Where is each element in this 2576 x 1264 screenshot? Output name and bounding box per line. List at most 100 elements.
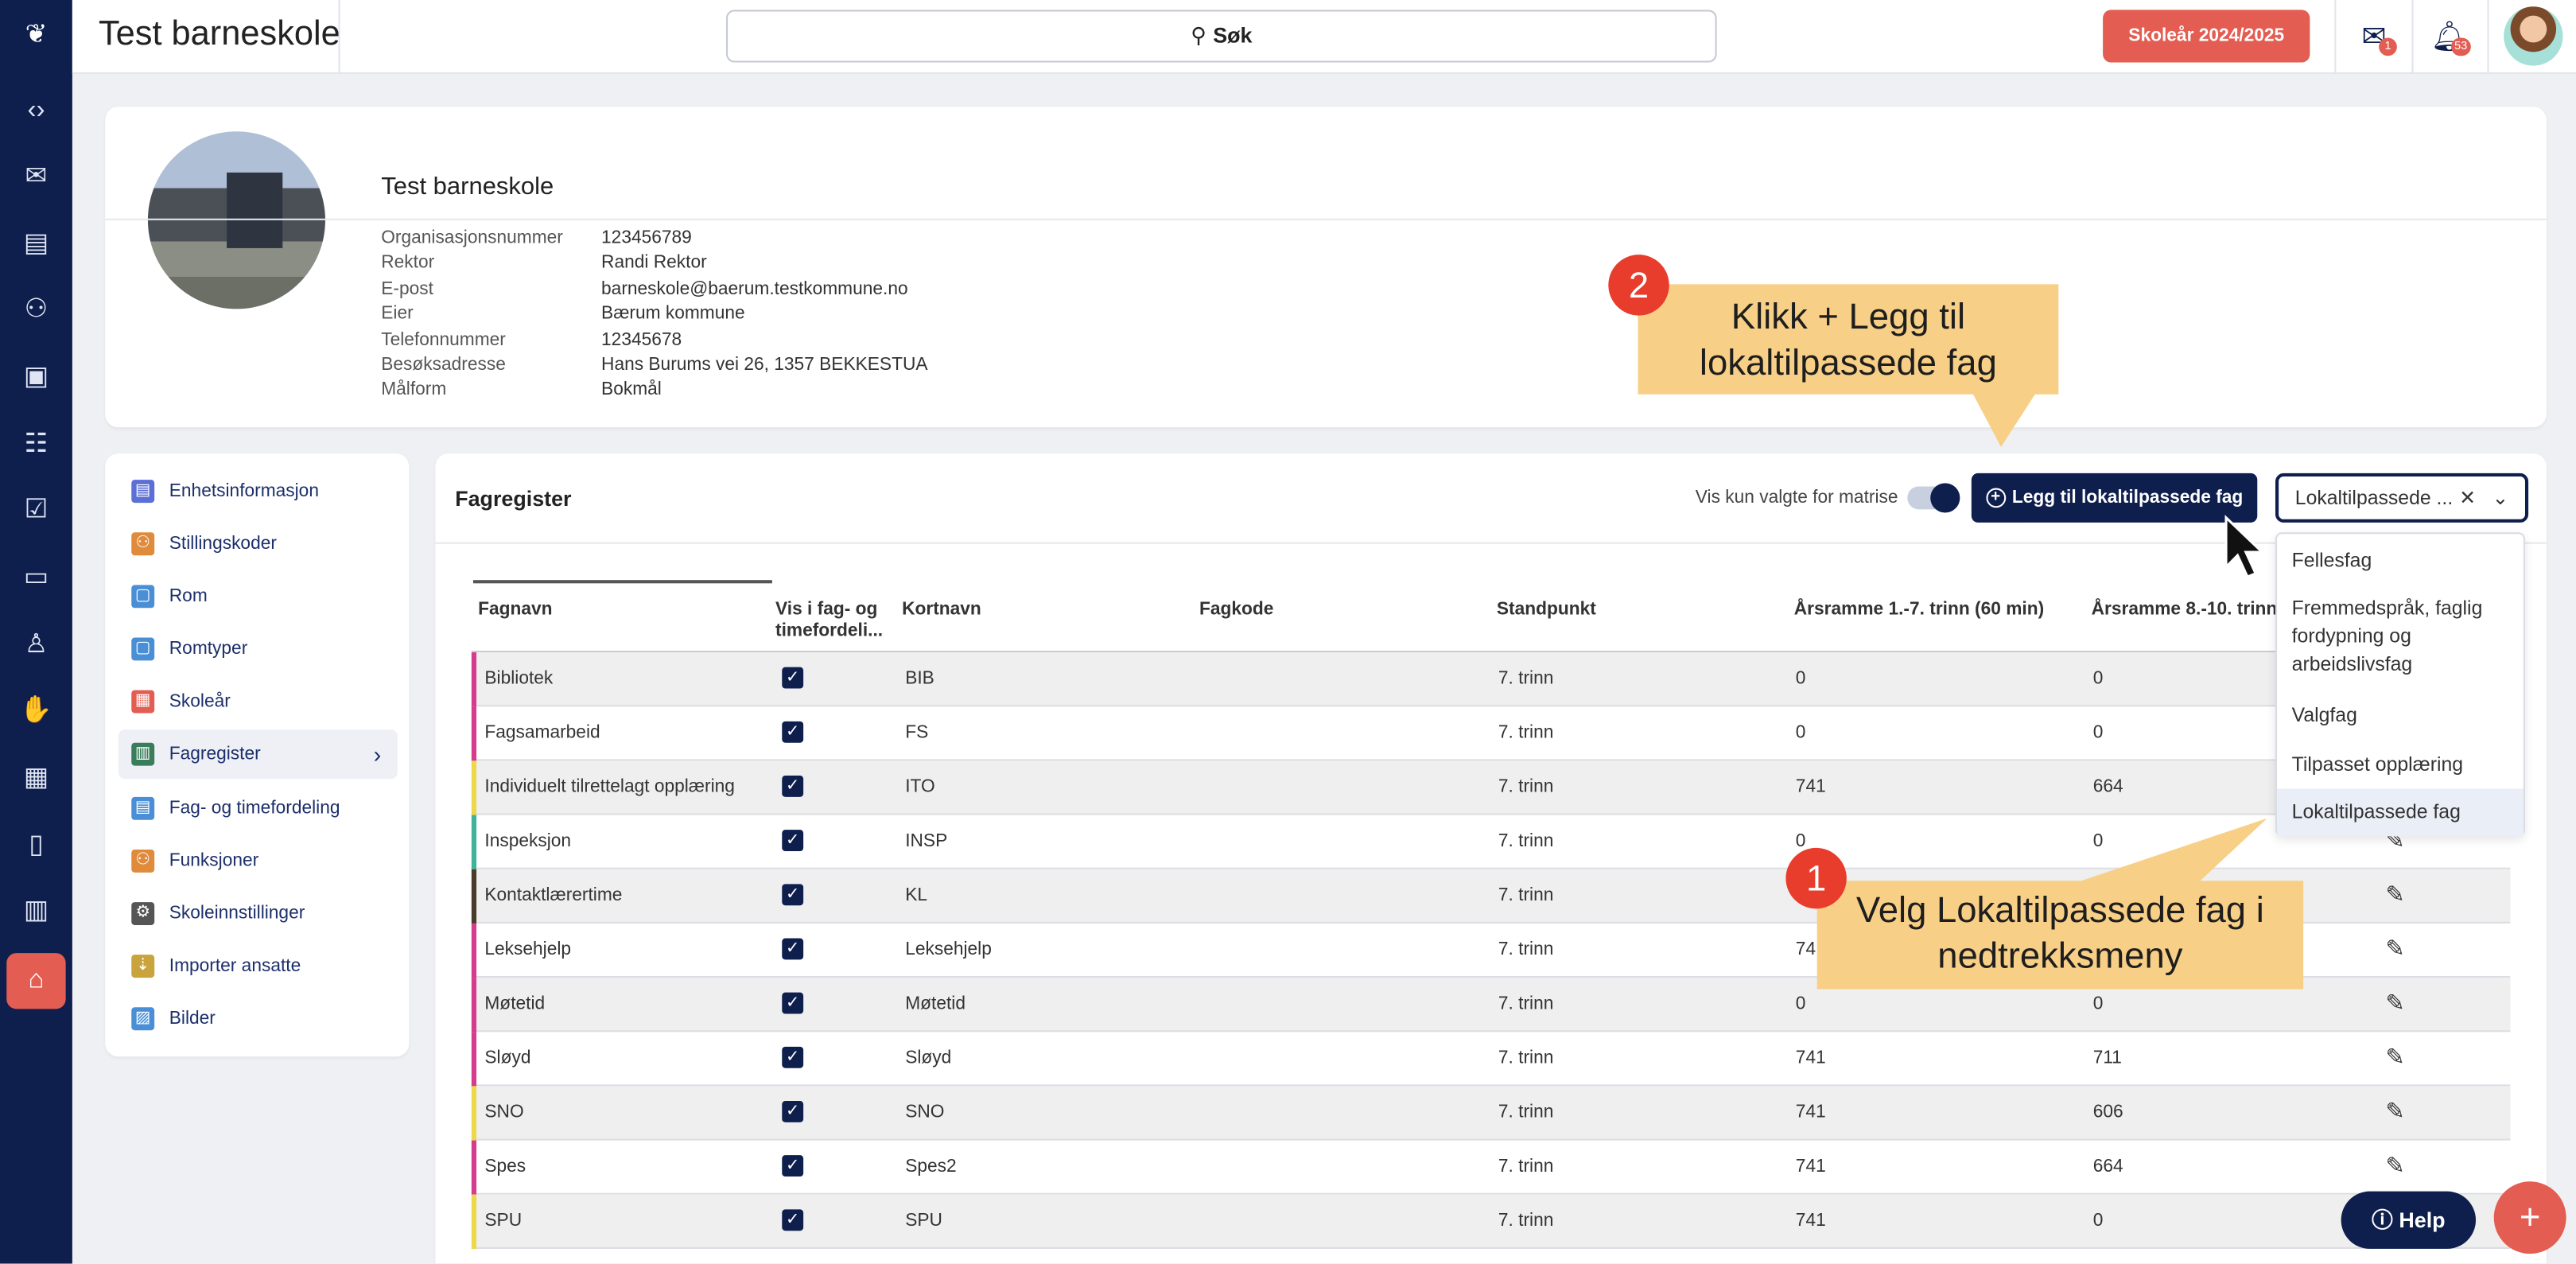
table-row[interactable]: Sløyd ✓ Sløyd 7. trinn 741 711 ✎ — [471, 1032, 2511, 1087]
cell-standpunkt: 7. trinn — [1498, 831, 1554, 852]
cell-fagnavn: SNO — [484, 1103, 524, 1122]
column-header-arsramme-1-7[interactable]: Årsramme 1.-7. trinn (60 min) — [1794, 600, 2044, 621]
column-header-fagnavn[interactable]: Fagnavn — [478, 600, 552, 621]
show-in-matrix-checkbox[interactable]: ✓ — [782, 776, 804, 797]
question-icon: ⓘ — [2372, 1208, 2399, 1233]
step-1-badge: 1 — [1785, 847, 1847, 909]
dropdown-option[interactable]: Fellesfag — [2277, 547, 2524, 575]
column-header-arsramme-8-10[interactable]: Årsramme 8.-10. trinn — [2092, 600, 2278, 621]
people-icon: ⚇ — [131, 532, 155, 556]
show-in-matrix-checkbox[interactable]: ✓ — [782, 884, 804, 906]
cell-kortnavn: ITO — [905, 777, 935, 797]
menu-item-funksjoner[interactable]: ⚇ Funksjoner — [119, 836, 398, 885]
news-icon[interactable]: ▤ — [6, 217, 65, 273]
column-header-kortnavn[interactable]: Kortnavn — [902, 600, 981, 621]
people-icon[interactable]: ⚇ — [6, 282, 65, 338]
edit-pencil-icon[interactable]: ✎ — [2385, 1098, 2404, 1126]
matrix-toggle[interactable] — [1907, 483, 1960, 513]
table-row[interactable]: Spes ✓ Spes2 7. trinn 741 664 ✎ — [471, 1140, 2511, 1195]
functions-icon: ⚇ — [131, 849, 155, 873]
app-title: Test barneskole — [98, 14, 340, 53]
help-button[interactable]: ⓘ Help — [2341, 1191, 2477, 1249]
cell-kortnavn: BIB — [905, 668, 934, 689]
edit-pencil-icon[interactable]: ✎ — [2385, 881, 2404, 908]
add-fab-button[interactable]: + — [2493, 1181, 2566, 1254]
menu-item-fag-og-timefordeling[interactable]: ▤ Fag- og timefordeling — [119, 784, 398, 833]
document-icon[interactable]: ▯ — [6, 819, 65, 874]
column-header-standpunkt[interactable]: Standpunkt — [1497, 600, 1596, 621]
table-row[interactable]: SNO ✓ SNO 7. trinn 741 606 ✎ — [471, 1086, 2511, 1141]
hand-icon[interactable]: ✋ — [6, 683, 65, 739]
table-row[interactable]: Fagsamarbeid✓FS7. trinn00✎ — [471, 706, 2511, 761]
toggle-label: Vis kun valgte for matrise — [1695, 488, 1898, 508]
edit-pencil-icon[interactable]: ✎ — [2385, 935, 2404, 963]
dropdown-option[interactable]: Tilpasset opplæring — [2277, 751, 2524, 779]
table-row[interactable]: Individuelt tilrettelagt opplæring ✓ ITO 7.… — [471, 760, 2511, 815]
callout-pointer — [2061, 818, 2267, 888]
show-in-matrix-checkbox[interactable]: ✓ — [782, 1155, 804, 1177]
subject-type-select[interactable]: Lokaltilpassede ... ✕ ⌄ — [2275, 473, 2529, 523]
avatar[interactable] — [2504, 6, 2563, 66]
show-in-matrix-checkbox[interactable]: ✓ — [782, 830, 804, 852]
show-in-matrix-checkbox[interactable]: ✓ — [782, 667, 804, 689]
cell-kortnavn: INSP — [905, 831, 948, 852]
clipboard-icon[interactable]: ▣ — [6, 350, 65, 406]
chart-icon[interactable]: ▥ — [6, 884, 65, 939]
menu-item-stillingskoder[interactable]: ⚇ Stillingskoder — [119, 519, 398, 569]
show-in-matrix-checkbox[interactable]: ✓ — [782, 992, 804, 1014]
chevron-down-icon[interactable]: ⌄ — [2492, 476, 2509, 519]
checklist-icon[interactable]: ☑ — [6, 483, 65, 539]
edit-pencil-icon[interactable]: ✎ — [2385, 1044, 2404, 1071]
id-card-icon[interactable]: ▭ — [6, 550, 65, 606]
dropdown-option[interactable]: Fremmedspråk, faglig fordypning og arbei… — [2277, 595, 2524, 679]
cell-arsramme-1-7: 0 — [1795, 831, 1806, 852]
team-icon[interactable]: ☷ — [6, 418, 65, 473]
gear-icon: ⚙ — [131, 902, 155, 925]
show-in-matrix-checkbox[interactable]: ✓ — [782, 1101, 804, 1122]
import-icon: ⇣ — [131, 955, 155, 978]
table-row[interactable]: SPU✓SPU7. trinn7410✎ — [471, 1194, 2511, 1249]
menu-item-romtyper[interactable]: ▢ Romtyper — [119, 624, 398, 674]
search-input[interactable]: ⚲ Søk — [726, 10, 1717, 63]
menu-item-importer-ansatte[interactable]: ⇣ Importer ansatte — [119, 942, 398, 991]
cell-fagnavn: SPU — [484, 1211, 523, 1231]
logo-icon[interactable]: ❦ — [14, 14, 60, 60]
school-year-button[interactable]: Skoleår 2024/2025 — [2103, 10, 2310, 63]
person-icon[interactable]: ♙ — [6, 618, 65, 674]
cell-arsramme-8-10: 711 — [2092, 1048, 2122, 1068]
dropdown-option-selected[interactable]: Lokaltilpassede fag — [2277, 788, 2524, 837]
edit-pencil-icon[interactable]: ✎ — [2385, 990, 2404, 1017]
show-in-matrix-checkbox[interactable]: ✓ — [782, 721, 804, 743]
school-icon[interactable]: ⌂ — [6, 953, 66, 1009]
school-info-card: Test barneskole Organisasjonsnummer 12345… — [105, 107, 2547, 428]
gift-icon[interactable]: ▦ — [6, 751, 65, 807]
menu-item-skolear[interactable]: ▦ Skoleår — [119, 677, 398, 726]
cell-arsramme-1-7: 0 — [1795, 994, 1806, 1014]
add-local-subject-button[interactable]: + Legg til lokaltilpassede fag — [1971, 473, 2258, 523]
cell-standpunkt: 7. trinn — [1498, 1211, 1554, 1231]
show-in-matrix-checkbox[interactable]: ✓ — [782, 1209, 804, 1231]
menu-item-enhetsinformasjon[interactable]: ▤ Enhetsinformasjon — [119, 467, 398, 516]
menu-item-skoleinnstillinger[interactable]: ⚙ Skoleinnstillinger — [119, 889, 398, 939]
column-header-vis[interactable]: Vis i fag- og timefordeli... — [775, 600, 894, 643]
menu-item-bilder[interactable]: ▨ Bilder — [119, 994, 398, 1044]
category-color-stripe — [471, 1140, 477, 1195]
cell-fagnavn: Fagsamarbeid — [484, 722, 600, 743]
mail-icon[interactable]: ✉ — [6, 150, 65, 205]
show-in-matrix-checkbox[interactable]: ✓ — [782, 1046, 804, 1068]
cell-kortnavn: Spes2 — [905, 1157, 957, 1177]
show-in-matrix-checkbox[interactable]: ✓ — [782, 938, 804, 960]
edit-pencil-icon[interactable]: ✎ — [2385, 1152, 2404, 1180]
cell-arsramme-1-7: 741 — [1795, 1048, 1826, 1068]
column-header-fagkode[interactable]: Fagkode — [1199, 600, 1273, 621]
cell-kortnavn: FS — [905, 722, 929, 743]
menu-item-rom[interactable]: ▢ Rom — [119, 572, 398, 621]
dropdown-option[interactable]: Valgfag — [2277, 702, 2524, 729]
clear-icon[interactable]: ✕ — [2459, 476, 2476, 519]
menu-item-fagregister[interactable]: ▥ Fagregister › — [118, 729, 398, 780]
table-row[interactable]: Bibliotek✓BIB7. trinn00✎ — [471, 652, 2511, 707]
cell-arsramme-8-10: 664 — [2092, 777, 2123, 797]
cell-standpunkt: 7. trinn — [1498, 777, 1554, 797]
code-icon[interactable]: ‹› — [6, 84, 65, 139]
info-row: Eier Bærum kommune — [381, 304, 745, 324]
